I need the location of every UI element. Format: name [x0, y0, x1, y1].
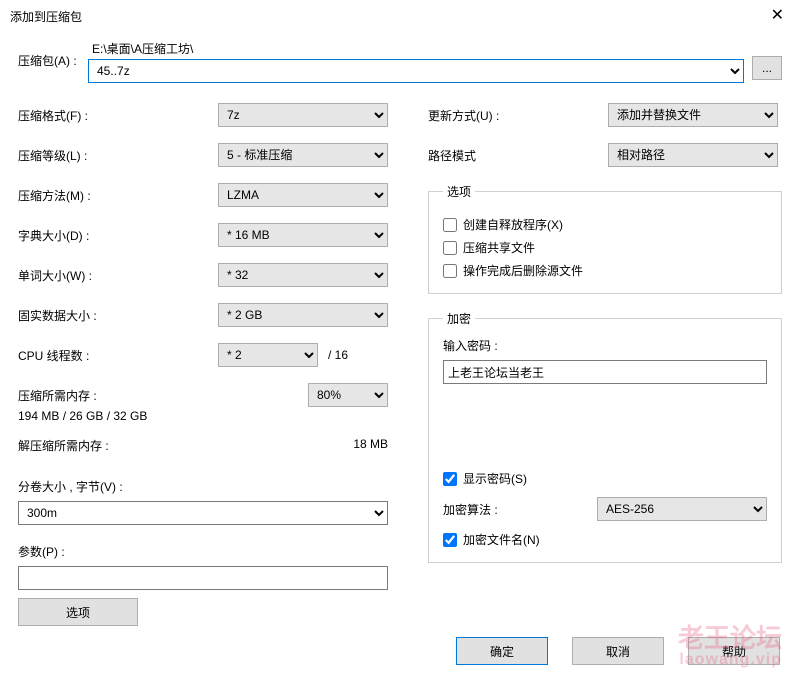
archive-name-combo[interactable]: 45..7z [88, 59, 744, 83]
show-password-label: 显示密码(S) [463, 470, 527, 487]
encryption-fieldset: 加密 输入密码 : 显示密码(S) 加密算法 : AES-256 加密文件名(N… [428, 310, 782, 563]
delete-label: 操作完成后删除源文件 [463, 262, 583, 279]
decomp-value: 18 MB [353, 437, 388, 454]
level-select[interactable]: 5 - 标准压缩 [218, 143, 388, 167]
sfx-label: 创建自释放程序(X) [463, 216, 563, 233]
mem-label: 压缩所需内存 : [18, 387, 97, 404]
word-label: 单词大小(W) : [18, 267, 218, 284]
level-label: 压缩等级(L) : [18, 147, 218, 164]
options-button[interactable]: 选项 [18, 598, 138, 626]
sfx-checkbox[interactable] [443, 218, 457, 232]
enc-alg-label: 加密算法 : [443, 501, 597, 518]
update-select[interactable]: 添加并替换文件 [608, 103, 778, 127]
help-button[interactable]: 帮助 [688, 637, 780, 665]
close-icon[interactable]: ✕ [765, 6, 790, 26]
pathmode-label: 路径模式 [428, 147, 608, 164]
mem-select[interactable]: 80% [308, 383, 388, 407]
word-select[interactable]: * 32 [218, 263, 388, 287]
dict-select[interactable]: * 16 MB [218, 223, 388, 247]
cpu-label: CPU 线程数 : [18, 347, 218, 364]
encryption-legend: 加密 [443, 310, 475, 327]
solid-label: 固实数据大小 : [18, 307, 218, 324]
ok-button[interactable]: 确定 [456, 637, 548, 665]
enc-filenames-label: 加密文件名(N) [463, 531, 540, 548]
format-select[interactable]: 7z [218, 103, 388, 127]
mem-values: 194 MB / 26 GB / 32 GB [18, 409, 388, 423]
param-label: 参数(P) : [18, 543, 388, 560]
vol-label: 分卷大小 , 字节(V) : [18, 478, 388, 495]
password-input[interactable] [443, 360, 767, 384]
show-password-checkbox[interactable] [443, 472, 457, 486]
delete-checkbox[interactable] [443, 264, 457, 278]
pathmode-select[interactable]: 相对路径 [608, 143, 778, 167]
method-select[interactable]: LZMA [218, 183, 388, 207]
solid-select[interactable]: * 2 GB [218, 303, 388, 327]
format-label: 压缩格式(F) : [18, 107, 218, 124]
update-label: 更新方式(U) : [428, 107, 608, 124]
cpu-total: / 16 [328, 348, 348, 362]
enc-alg-select[interactable]: AES-256 [597, 497, 767, 521]
options-fieldset: 选项 创建自释放程序(X) 压缩共享文件 操作完成后删除源文件 [428, 183, 782, 294]
vol-combo[interactable]: 300m [18, 501, 388, 525]
archive-path: E:\桌面\A压缩工坊\ [88, 40, 744, 59]
archive-label: 压缩包(A) : [18, 40, 80, 69]
dict-label: 字典大小(D) : [18, 227, 218, 244]
method-label: 压缩方法(M) : [18, 187, 218, 204]
param-input[interactable] [18, 566, 388, 590]
decomp-label: 解压缩所需内存 : [18, 437, 109, 454]
shared-label: 压缩共享文件 [463, 239, 535, 256]
window-title: 添加到压缩包 [10, 8, 82, 25]
shared-checkbox[interactable] [443, 241, 457, 255]
password-label: 输入密码 : [443, 337, 767, 354]
enc-filenames-checkbox[interactable] [443, 533, 457, 547]
options-legend: 选项 [443, 183, 475, 200]
cancel-button[interactable]: 取消 [572, 637, 664, 665]
cpu-select[interactable]: * 2 [218, 343, 318, 367]
browse-button[interactable]: ... [752, 56, 782, 80]
